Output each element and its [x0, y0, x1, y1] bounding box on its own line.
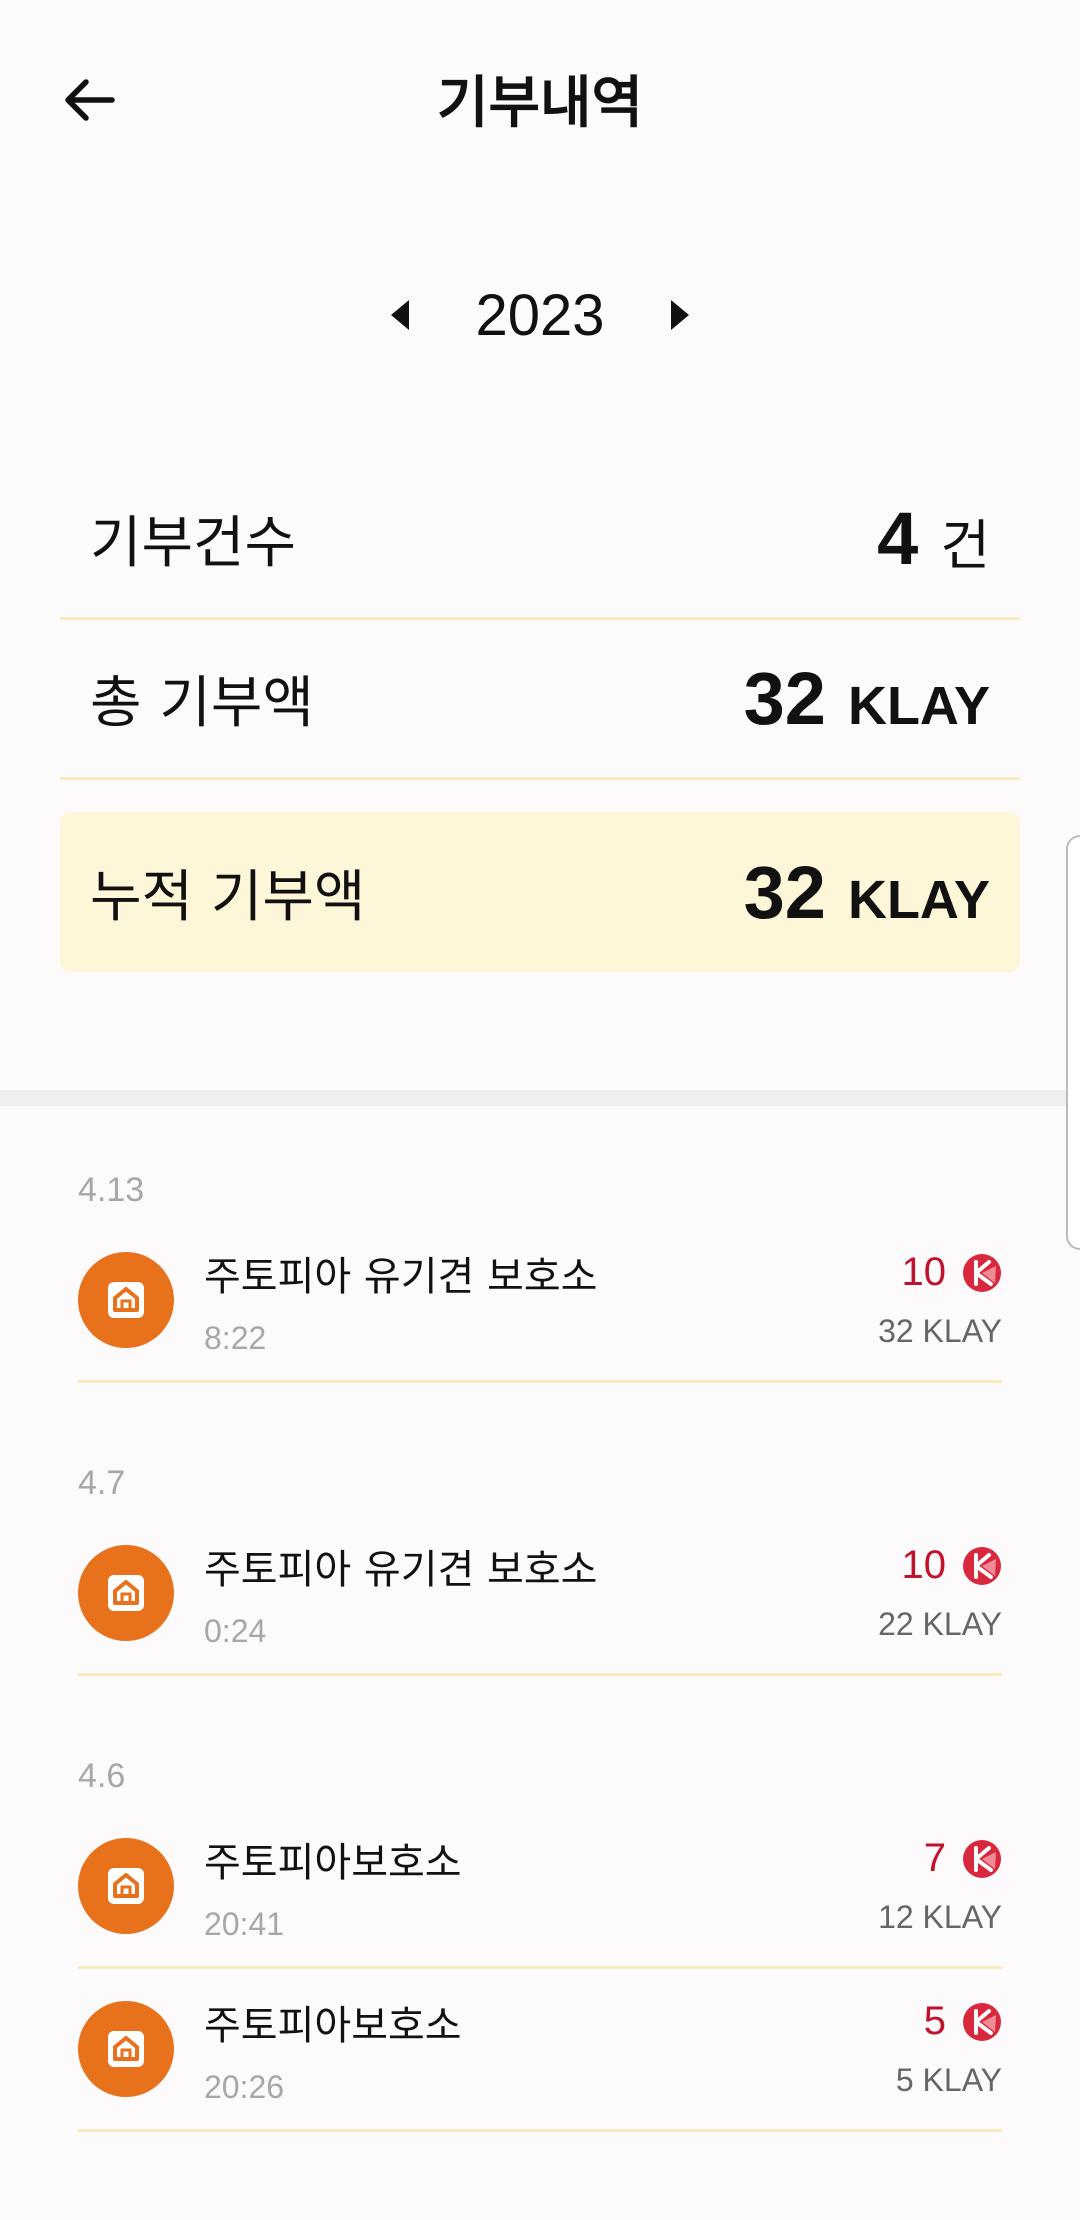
donation-amount: 10 [901, 1250, 947, 1294]
donation-item-info: 주토피아보호소 20:41 [204, 1830, 878, 1943]
total-donation-value: 32 KLAY [744, 656, 990, 741]
house-icon [78, 1545, 174, 1641]
donation-time: 8:22 [204, 1319, 267, 1356]
house-icon [78, 1838, 174, 1934]
cumulative-donation-unit: KLAY [847, 869, 990, 930]
donation-amount-row: 7 [878, 1836, 1002, 1881]
donation-amounts: 7 12 KLAY [878, 1836, 1002, 1936]
klay-token-icon [963, 1546, 1001, 1585]
donation-amounts: 10 32 KLAY [878, 1250, 1002, 1350]
klay-token-icon [963, 2002, 1001, 2041]
year-selector: 2023 [0, 270, 1080, 360]
donation-amount-row: 10 [878, 1250, 1002, 1295]
donation-item-info: 주토피아 유기견 보호소 8:22 [204, 1244, 878, 1357]
donation-item-info: 주토피아 유기견 보호소 0:24 [204, 1537, 878, 1650]
donation-amount: 5 [923, 1999, 946, 2043]
shelter-name: 주토피아 유기견 보호소 [204, 1546, 598, 1593]
donation-item[interactable]: 주토피아보호소 20:41 7 12 KLAY [78, 1806, 1002, 1969]
total-donation-row: 총 기부액 32 KLAY [60, 620, 1020, 780]
year-value: 2023 [475, 282, 605, 348]
total-donation-unit: KLAY [847, 676, 990, 736]
house-icon [78, 2001, 174, 2097]
donation-count-row: 기부건수 4 건 [60, 460, 1020, 620]
donation-item[interactable]: 주토피아 유기견 보호소 0:24 10 22 KLAY [78, 1513, 1002, 1676]
running-total: 32 KLAY [878, 1313, 1002, 1349]
donation-amounts: 5 5 KLAY [896, 1999, 1002, 2099]
date-header: 4.6 [78, 1757, 126, 1795]
total-donation-number: 32 [743, 657, 826, 740]
donation-time: 0:24 [204, 1612, 267, 1649]
running-total: 12 KLAY [878, 1899, 1002, 1935]
donation-time: 20:41 [204, 1905, 285, 1942]
previous-year-button[interactable] [365, 275, 435, 355]
triangle-left-icon [391, 300, 410, 330]
house-icon [78, 1252, 174, 1348]
donation-summary: 기부건수 4 건 총 기부액 32 KLAY 누적 기부액 32 KLAY [60, 460, 1020, 972]
cumulative-donation-value: 32 KLAY [744, 850, 990, 935]
cumulative-donation-row: 누적 기부액 32 KLAY [60, 812, 1020, 972]
date-header: 4.7 [78, 1464, 126, 1502]
klay-token-icon [963, 1253, 1001, 1292]
donation-history-screen: 기부내역 2023 기부건수 4 건 총 기부액 32 KLAY 누적 기부액 [0, 0, 1080, 2220]
cumulative-donation-label: 누적 기부액 [90, 864, 366, 930]
running-total: 5 KLAY [895, 2062, 1002, 2098]
total-donation-label: 총 기부액 [90, 671, 314, 736]
shelter-name: 주토피아보호소 [204, 2002, 462, 2049]
donation-item[interactable]: 주토피아 유기견 보호소 8:22 10 32 KLAY [78, 1220, 1002, 1383]
edge-panel-handle[interactable] [1066, 835, 1080, 1250]
donation-amount: 7 [923, 1836, 946, 1880]
donation-count-number: 4 [877, 497, 919, 580]
app-header: 기부내역 [0, 0, 1080, 190]
running-total: 22 KLAY [878, 1606, 1002, 1642]
donation-item[interactable]: 주토피아보호소 20:26 5 5 KLAY [78, 1969, 1002, 2132]
donation-amount: 10 [901, 1543, 947, 1587]
triangle-right-icon [670, 300, 689, 330]
donation-time: 20:26 [204, 2068, 285, 2105]
donation-amounts: 10 22 KLAY [878, 1543, 1002, 1643]
shelter-name: 주토피아보호소 [204, 1839, 462, 1886]
donation-count-label: 기부건수 [90, 511, 297, 576]
section-divider [0, 1090, 1080, 1106]
donation-history-list: 4.13 주토피아 유기견 보호소 8:22 10 32 KLAY 4.7 주토… [78, 1160, 1002, 2132]
page-title: 기부내역 [436, 71, 644, 136]
next-year-button[interactable] [645, 275, 715, 355]
donation-item-info: 주토피아보호소 20:26 [204, 1993, 896, 2106]
donation-count-value: 4 건 [877, 496, 990, 581]
donation-count-unit: 건 [940, 516, 990, 576]
donation-amount-row: 5 [896, 1999, 1002, 2044]
cumulative-donation-number: 32 [743, 850, 826, 934]
klay-token-icon [963, 1839, 1001, 1878]
donation-amount-row: 10 [878, 1543, 1002, 1588]
date-header: 4.13 [78, 1171, 145, 1209]
shelter-name: 주토피아 유기견 보호소 [204, 1253, 598, 1300]
